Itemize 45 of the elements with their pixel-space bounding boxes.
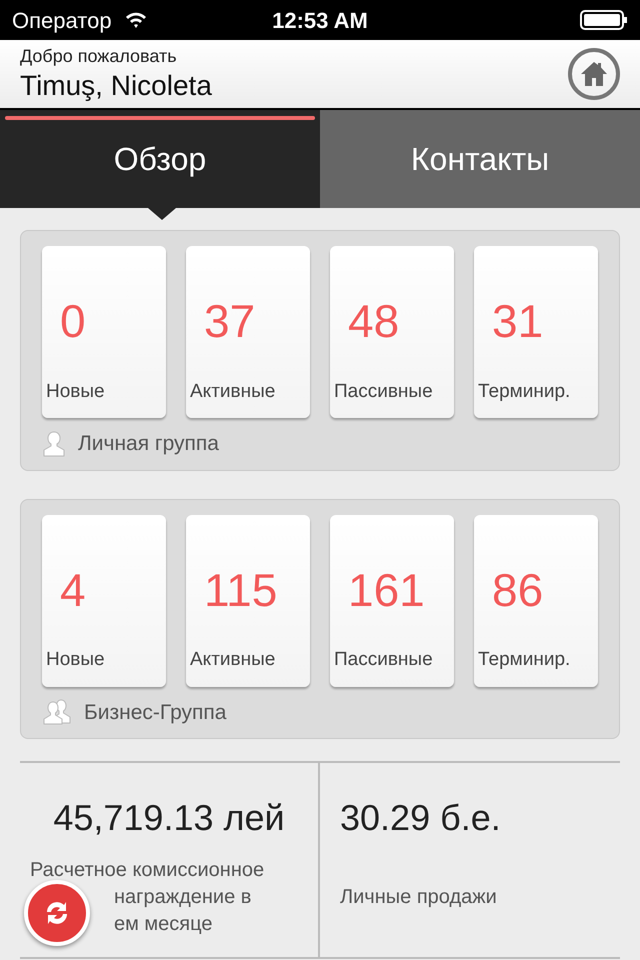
stat-label: Личные продажи [340,884,498,910]
stat-value: 45,719.13 лей [52,796,286,840]
stat-label: награждение в [114,884,252,910]
count-label: Пассивные [334,380,434,404]
user-name: Timuş, Nicoleta [20,68,212,103]
group-name: Личная группа [78,431,219,457]
group-name: Бизнес-Группа [84,700,226,726]
count-value: 48 [348,298,400,344]
count-value: 0 [60,298,87,344]
count-tile[interactable]: 161 Пассивные [330,514,454,686]
stat-value: 30.29 б.е. [339,796,502,840]
tab[interactable]: Контакты [320,110,640,208]
count-value: 31 [492,298,544,344]
count-tile[interactable]: 37 Активные [186,246,310,418]
count-tile[interactable]: 4 Новые [42,514,166,686]
count-value: 4 [60,566,87,612]
greeting-text: Добро пожаловать [20,45,178,68]
count-label: Новые [46,380,106,404]
battery-icon [580,9,628,31]
count-label: Терминир. [478,380,572,404]
count-label: Новые [46,648,106,672]
wifi-icon [124,11,148,29]
count-label: Терминир. [478,648,572,672]
home-icon [580,61,608,87]
count-value: 86 [492,566,544,612]
person-icon [42,430,66,458]
count-tile[interactable]: 31 Терминир. [474,246,598,418]
count-value: 161 [348,566,426,612]
count-label: Активные [190,648,276,672]
stat-label: ем месяце [114,912,214,936]
people-icon [42,698,72,726]
clock-time: 12:53 AM [272,6,368,34]
count-tile[interactable]: 48 Пассивные [330,246,454,418]
count-tile[interactable]: 0 Новые [42,246,166,418]
count-label: Активные [190,380,276,404]
count-label: Пассивные [334,648,434,672]
count-tile[interactable]: 86 Терминир. [474,514,598,686]
refresh-button[interactable] [24,880,90,946]
stat-label: Расчетное комиссионное [30,858,266,882]
count-tile[interactable]: 115 Активные [186,514,310,686]
tab[interactable]: Обзор [0,110,320,208]
carrier-name: Оператор [12,6,112,35]
count-value: 115 [204,566,278,612]
count-value: 37 [204,298,256,344]
home-button[interactable] [568,48,620,100]
